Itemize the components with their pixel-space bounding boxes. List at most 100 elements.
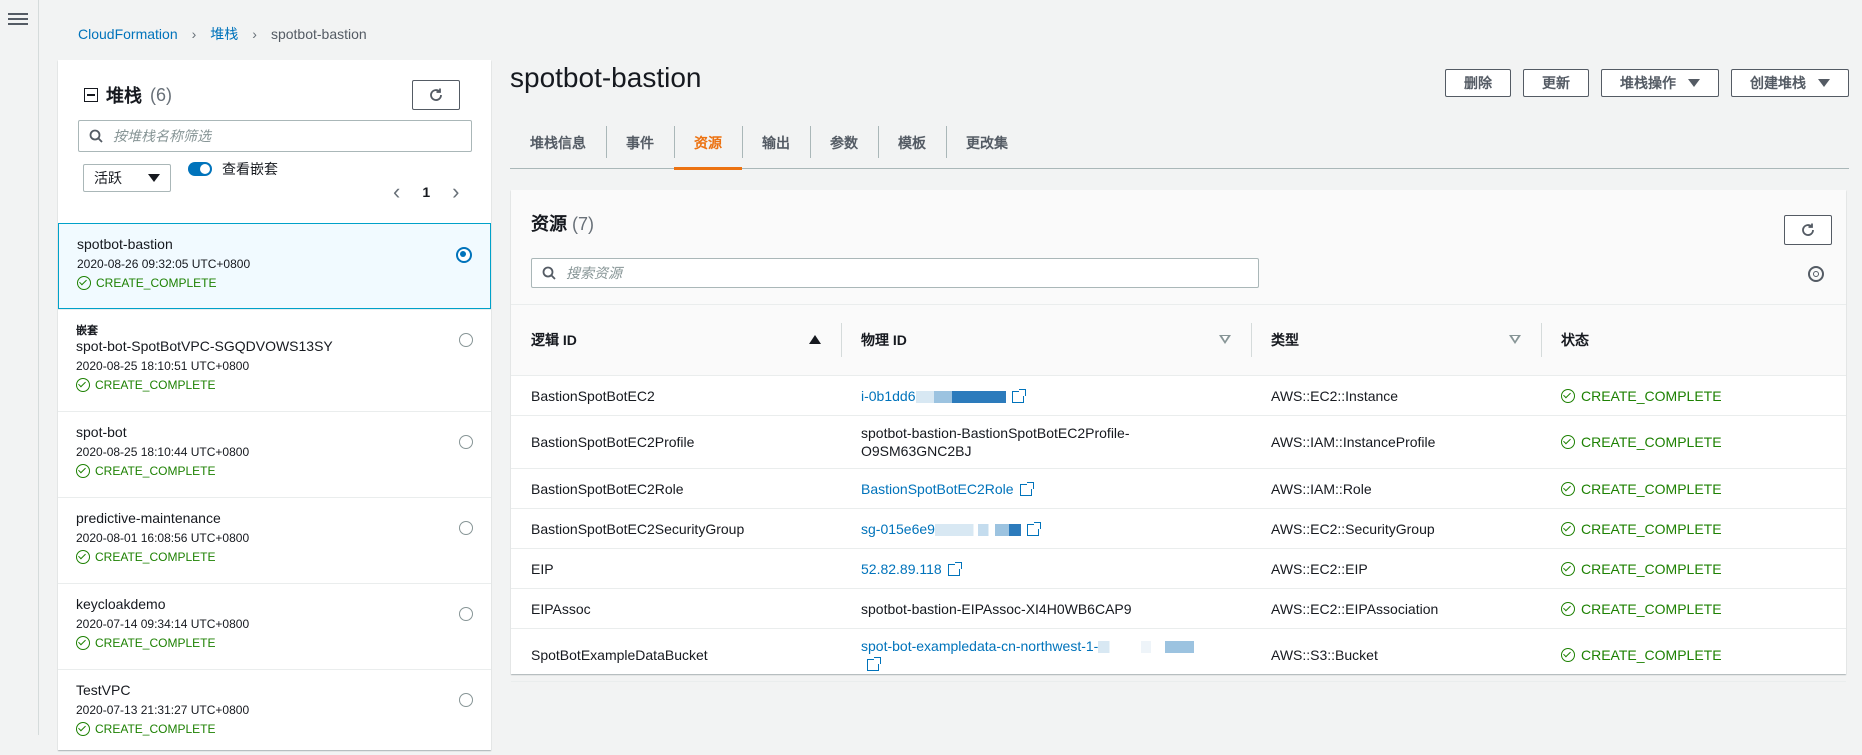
stack-date: 2020-07-14 09:34:14 UTC+0800 xyxy=(76,617,250,631)
success-icon xyxy=(76,550,90,564)
stack-radio[interactable] xyxy=(459,607,473,621)
external-link-icon[interactable] xyxy=(1019,481,1034,496)
success-icon xyxy=(76,464,90,478)
settings-gear-icon[interactable] xyxy=(1808,266,1824,282)
delete-button[interactable]: 删除 xyxy=(1445,69,1511,97)
stack-radio[interactable] xyxy=(456,247,472,263)
stack-date: 2020-08-25 18:10:51 UTC+0800 xyxy=(76,359,250,373)
stack-date: 2020-08-25 18:10:44 UTC+0800 xyxy=(76,445,250,459)
table-row: EIP 52.82.89.118 AWS::EC2::EIP CREATE_CO… xyxy=(511,548,1846,589)
success-icon xyxy=(1561,521,1575,536)
pagination: ‹ 1 › xyxy=(393,181,459,203)
resource-type: AWS::EC2::EIPAssociation xyxy=(1251,588,1541,629)
tab-change-sets[interactable]: 更改集 xyxy=(946,118,1028,168)
stack-actions: 删除 更新 堆栈操作 创建堆栈 xyxy=(1445,69,1849,97)
status-cell: CREATE_COMPLETE xyxy=(1541,468,1846,509)
physical-id-link[interactable]: BastionSpotBotEC2Role xyxy=(861,481,1014,497)
success-icon xyxy=(76,636,90,650)
stacks-panel-title: 堆栈 (6) xyxy=(84,82,172,108)
stacks-refresh-button[interactable] xyxy=(412,80,460,110)
resources-refresh-button[interactable] xyxy=(1784,215,1832,245)
redacted-block xyxy=(934,523,1021,536)
stack-status-select[interactable]: 活跃 xyxy=(83,164,171,192)
tab-outputs[interactable]: 输出 xyxy=(742,118,810,168)
logical-id: BastionSpotBotEC2 xyxy=(511,375,841,416)
stack-tabs: 堆栈信息 事件 资源 输出 参数 模板 更改集 xyxy=(510,118,1849,170)
stacks-title-label: 堆栈 xyxy=(106,86,142,106)
status-cell: CREATE_COMPLETE xyxy=(1541,375,1846,416)
stack-item[interactable]: predictive-maintenance 2020-08-01 16:08:… xyxy=(58,497,491,583)
physical-id-link[interactable]: sg-015e6e9 xyxy=(861,521,935,537)
nested-label: 嵌套 xyxy=(76,325,98,337)
breadcrumb-current: spotbot-bastion xyxy=(270,26,367,42)
create-stack-button[interactable]: 创建堆栈 xyxy=(1731,69,1849,97)
stack-actions-button[interactable]: 堆栈操作 xyxy=(1601,69,1719,97)
sort-ascending-icon xyxy=(809,335,821,344)
stack-radio[interactable] xyxy=(459,521,473,535)
success-icon xyxy=(1561,481,1575,496)
stack-item[interactable]: spotbot-bastion 2020-08-26 09:32:05 UTC+… xyxy=(58,223,491,309)
resources-title: 资源 (7) xyxy=(531,214,595,234)
page-number[interactable]: 1 xyxy=(422,184,430,200)
stack-item[interactable]: 嵌套 spot-bot-SpotBotVPC-SGQDVOWS13SY 2020… xyxy=(58,309,491,411)
physical-id-link[interactable]: spot-bot-exampledata-cn-northwest-1- xyxy=(861,638,1098,654)
external-link-icon[interactable] xyxy=(1011,388,1026,403)
stack-item[interactable]: TestVPC 2020-07-13 21:31:27 UTC+0800 CRE… xyxy=(58,669,491,755)
column-logical-id[interactable]: 逻辑 ID xyxy=(511,304,841,376)
external-link-icon[interactable] xyxy=(867,657,881,672)
status-cell: CREATE_COMPLETE xyxy=(1541,588,1846,629)
column-physical-id[interactable]: 物理 ID xyxy=(841,304,1251,376)
stack-radio[interactable] xyxy=(459,333,473,347)
sort-icon xyxy=(1219,335,1231,344)
breadcrumb-stacks[interactable]: 堆栈 xyxy=(210,24,238,44)
stacks-search-field[interactable] xyxy=(78,120,472,152)
stack-item[interactable]: spot-bot 2020-08-25 18:10:44 UTC+0800 CR… xyxy=(58,411,491,497)
physical-id-link[interactable]: 52.82.89.118 xyxy=(861,561,942,577)
table-row: BastionSpotBotEC2Role BastionSpotBotEC2R… xyxy=(511,468,1846,509)
toggle-label: 查看嵌套 xyxy=(222,161,278,177)
stack-radio[interactable] xyxy=(459,435,473,449)
table-header-row: 逻辑 ID 物理 ID 类型 状态 xyxy=(511,304,1846,376)
resource-type: AWS::EC2::Instance xyxy=(1251,375,1541,416)
tab-resources[interactable]: 资源 xyxy=(674,118,742,170)
external-link-icon[interactable] xyxy=(1026,521,1041,536)
stack-status: CREATE_COMPLETE xyxy=(76,636,473,650)
tab-stack-info[interactable]: 堆栈信息 xyxy=(510,118,606,168)
redacted-block xyxy=(1098,641,1195,654)
breadcrumb: CloudFormation › 堆栈 › spotbot-bastion xyxy=(78,24,367,44)
chevron-left-icon[interactable]: ‹ xyxy=(393,181,400,203)
toggle-switch[interactable] xyxy=(188,162,212,176)
collapse-icon[interactable] xyxy=(84,88,98,102)
stacks-search-input[interactable] xyxy=(111,127,449,145)
view-nested-toggle[interactable]: 查看嵌套 xyxy=(188,159,278,179)
physical-id-link[interactable]: i-0b1dd6 xyxy=(861,388,916,404)
left-rail xyxy=(0,0,39,735)
logical-id: EIPAssoc xyxy=(511,588,841,629)
update-button[interactable]: 更新 xyxy=(1523,69,1589,97)
stack-item[interactable]: keycloakdemo 2020-07-14 09:34:14 UTC+080… xyxy=(58,583,491,669)
stack-radio[interactable] xyxy=(459,693,473,707)
success-icon xyxy=(76,378,90,392)
stack-status-value: 活跃 xyxy=(94,170,122,186)
resources-search-input[interactable] xyxy=(564,264,1186,282)
caret-down-icon xyxy=(1688,79,1700,87)
tab-template[interactable]: 模板 xyxy=(878,118,946,168)
resources-search-field[interactable] xyxy=(531,258,1259,288)
stack-status: CREATE_COMPLETE xyxy=(76,464,473,478)
breadcrumb-cloudformation[interactable]: CloudFormation xyxy=(78,26,178,42)
tab-parameters[interactable]: 参数 xyxy=(810,118,878,168)
chevron-right-icon[interactable]: › xyxy=(452,181,459,203)
logical-id: BastionSpotBotEC2Role xyxy=(511,468,841,509)
table-row: BastionSpotBotEC2Profile spotbot-bastion… xyxy=(511,415,1846,469)
column-status: 状态 xyxy=(1541,304,1846,376)
success-icon xyxy=(77,276,91,290)
column-type[interactable]: 类型 xyxy=(1251,304,1541,376)
tab-events[interactable]: 事件 xyxy=(606,118,674,168)
resources-count: (7) xyxy=(572,214,595,234)
page-title: spotbot-bastion xyxy=(510,62,702,93)
table-row: SpotBotExampleDataBucket spot-bot-exampl… xyxy=(511,628,1846,682)
external-link-icon[interactable] xyxy=(947,561,962,576)
menu-icon[interactable] xyxy=(8,10,28,30)
status-cell: CREATE_COMPLETE xyxy=(1541,508,1846,549)
success-icon xyxy=(1561,601,1575,616)
